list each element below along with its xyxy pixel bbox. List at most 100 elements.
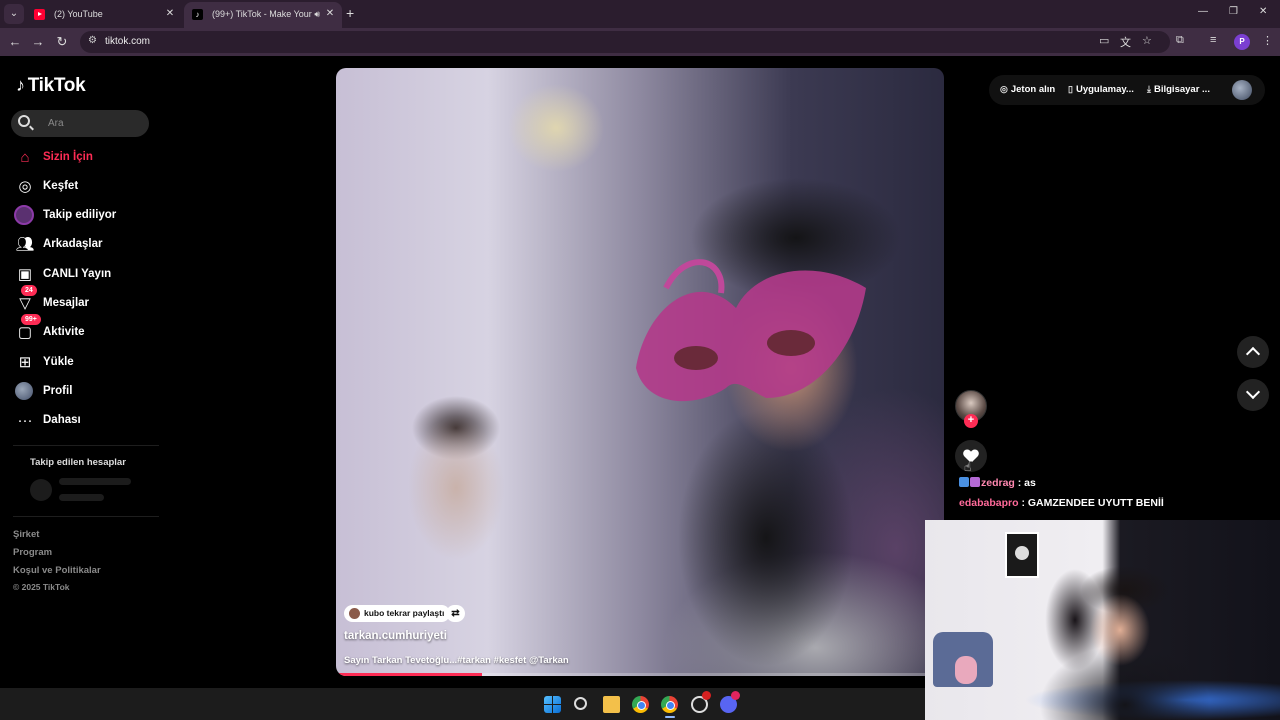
nav-item-activity[interactable]: ▢ 99+ Aktivite xyxy=(13,314,163,346)
chat-emote-icon xyxy=(970,477,980,487)
tiktok-icon: ♪ xyxy=(192,9,203,20)
new-tab-button[interactable]: + xyxy=(346,5,354,21)
file-explorer-icon[interactable] xyxy=(603,696,620,713)
chrome-profile-icon[interactable] xyxy=(661,696,678,713)
butterfly-mask xyxy=(636,259,866,402)
nav-item-friends[interactable]: 👥︎ Arkadaşlar xyxy=(13,232,163,258)
minimize-icon[interactable]: — xyxy=(1198,6,1208,17)
search-placeholder: Ara xyxy=(48,118,64,129)
nav-item-for-you[interactable]: ⌂ Sizin İçin xyxy=(13,145,163,171)
send-icon: ▽ xyxy=(19,295,31,312)
streamer-webcam xyxy=(925,520,1280,720)
tiktok-note-icon: ♪ xyxy=(16,75,25,95)
nav-item-profile[interactable]: Profil xyxy=(13,379,163,405)
notification-dot xyxy=(702,691,711,700)
wall-poster xyxy=(1005,532,1039,578)
tab-search-button[interactable]: ⌄ xyxy=(4,4,24,24)
get-app-button[interactable]: ▯ Uygulamay... xyxy=(1068,84,1134,95)
chrome-icon[interactable] xyxy=(632,696,649,713)
user-avatar[interactable] xyxy=(1232,80,1252,100)
browser-tab-tiktok[interactable]: ♪ (99+) TikTok - Make Your Da 🔊︎ ✕ xyxy=(184,2,342,28)
tab-title: (99+) TikTok - Make Your Da xyxy=(212,9,312,19)
browser-tab-youtube[interactable]: (2) YouTube ✕ xyxy=(26,2,182,28)
download-icon: ⤓ xyxy=(1147,84,1151,94)
site-info-icon[interactable]: ⚙ xyxy=(88,35,97,46)
restore-icon[interactable]: ❐ xyxy=(1229,6,1238,17)
reading-list-icon[interactable]: ≡ xyxy=(1210,34,1216,46)
back-icon[interactable]: ← xyxy=(6,33,24,51)
reload-icon[interactable]: ↻ xyxy=(53,33,71,51)
live-tv-icon: ▣ xyxy=(17,266,33,283)
more-icon: ··· xyxy=(17,412,33,429)
skeleton-line xyxy=(59,478,131,485)
follow-plus-icon[interactable]: + xyxy=(964,414,978,428)
active-app-indicator xyxy=(665,716,675,718)
chevron-up-icon xyxy=(1245,346,1261,362)
translate-icon[interactable]: 文 xyxy=(1120,34,1131,50)
search-input[interactable]: Ara xyxy=(11,110,149,137)
get-coins-label: Jeton alın xyxy=(1010,84,1056,95)
compass-icon: ◎ xyxy=(18,178,32,195)
video-progress-bar[interactable] xyxy=(336,673,944,676)
video-caption[interactable]: Sayın Tarkan Tevetoğlu...#tarkan #kesfet… xyxy=(344,655,569,666)
extensions-icon[interactable]: ⧉ xyxy=(1176,34,1184,47)
skeleton-line xyxy=(59,494,104,501)
reposter-avatar xyxy=(349,608,360,619)
footer-link-program[interactable]: Program xyxy=(13,547,52,558)
get-coins-button[interactable]: ◎ Jeton alın xyxy=(1000,84,1055,95)
close-window-icon[interactable]: ✕ xyxy=(1259,6,1267,17)
tab-title: (2) YouTube xyxy=(54,9,103,19)
upload-icon: ⊞ xyxy=(18,354,32,371)
logo-text: TikTok xyxy=(27,75,86,96)
windows-start-icon[interactable] xyxy=(544,696,561,713)
nav-label: Keşfet xyxy=(43,180,79,192)
footer-link-terms[interactable]: Koşul ve Politikalar xyxy=(13,565,101,576)
nav-label: CANLI Yayın xyxy=(43,268,112,280)
browser-profile-avatar[interactable]: P xyxy=(1234,34,1250,50)
close-tab-icon[interactable]: ✕ xyxy=(164,2,176,26)
desktop-app-button[interactable]: ⤓ Bilgisayar ... xyxy=(1147,84,1210,95)
bookmark-star-icon[interactable]: ☆ xyxy=(1142,34,1152,47)
phone-icon: ▯ xyxy=(1068,84,1073,94)
cast-icon[interactable]: ▭ xyxy=(1099,34,1109,47)
chat-text: : GAMZENDEE UYUTT BENİİ xyxy=(1021,497,1164,509)
repost-icon[interactable]: ⇄ xyxy=(446,605,465,622)
video-player[interactable]: kubo tekrar paylaştı ⇄ tarkan.cumhuriyet… xyxy=(336,68,944,676)
coin-icon: ◎ xyxy=(1000,84,1008,94)
tiktok-logo[interactable]: ♪ TikTok xyxy=(16,75,86,97)
previous-video-button[interactable] xyxy=(1237,336,1269,368)
copyright: © 2025 TikTok xyxy=(13,582,70,592)
chat-text: : as xyxy=(1017,477,1036,489)
speaker-icon[interactable]: 🔊︎ xyxy=(314,2,320,26)
skeleton-avatar xyxy=(30,479,52,501)
nav-label: Aktivite xyxy=(43,326,85,338)
nav-item-following[interactable]: Takip ediliyor xyxy=(13,203,163,229)
nav-item-live[interactable]: ▣ CANLI Yayın xyxy=(13,262,163,288)
activity-badge: 99+ xyxy=(21,314,41,325)
chat-message: edababapro : GAMZENDEE UYUTT BENİİ xyxy=(959,497,1164,509)
forward-icon[interactable]: → xyxy=(29,33,47,51)
activity-icon: ▢ xyxy=(17,324,33,341)
nav-item-more[interactable]: ··· Dahası xyxy=(13,408,163,434)
search-icon xyxy=(18,115,30,127)
nav-item-upload[interactable]: ⊞ Yükle xyxy=(13,350,163,376)
browser-menu-icon[interactable]: ⋮ xyxy=(1262,34,1273,47)
profile-avatar-icon xyxy=(15,382,33,400)
friends-icon: 👥︎ xyxy=(15,236,35,253)
video-progress-fill xyxy=(336,673,482,676)
taskbar-search-icon[interactable] xyxy=(574,697,587,710)
discord-badge xyxy=(731,691,740,700)
mouse-cursor-icon: ☝︎ xyxy=(964,460,972,474)
next-video-button[interactable] xyxy=(1237,379,1269,411)
nav-item-explore[interactable]: ◎ Keşfet xyxy=(13,174,163,200)
address-bar[interactable]: ⚙ tiktok.com xyxy=(80,31,1170,53)
top-actions-bar: ◎ Jeton alın ▯ Uygulamay... ⤓ Bilgisayar ..… xyxy=(989,75,1265,105)
nav-label: Mesajlar xyxy=(43,297,90,309)
nav-label: Arkadaşlar xyxy=(43,238,103,250)
close-tab-icon[interactable]: ✕ xyxy=(324,2,336,26)
repost-chip[interactable]: kubo tekrar paylaştı xyxy=(344,605,451,622)
footer-link-company[interactable]: Şirket xyxy=(13,529,39,540)
desktop-app-label: Bilgisayar ... xyxy=(1153,84,1210,95)
video-author[interactable]: tarkan.cumhuriyeti xyxy=(344,630,447,642)
messages-badge: 24 xyxy=(21,285,37,296)
